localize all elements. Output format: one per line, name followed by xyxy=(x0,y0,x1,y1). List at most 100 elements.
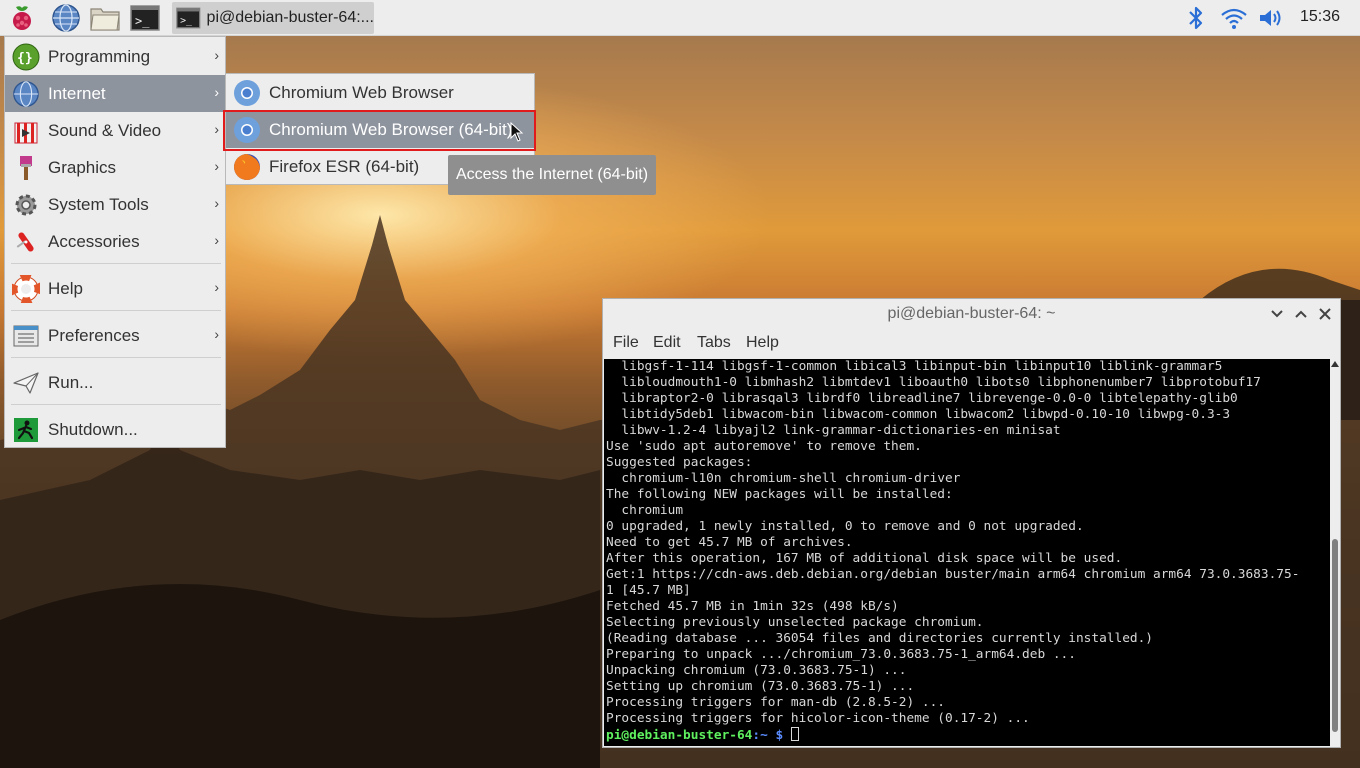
internet-globe-icon xyxy=(10,78,42,110)
terminal-line: (Reading database ... 36054 files and di… xyxy=(606,631,1154,646)
clock[interactable]: 15:36 xyxy=(1300,8,1340,26)
shutdown-icon xyxy=(10,414,42,446)
svg-text:>_: >_ xyxy=(180,16,192,27)
menu-divider xyxy=(11,357,221,358)
terminal-line: Processing triggers for man-db (2.8.5-2)… xyxy=(606,695,945,710)
selection-highlight-box xyxy=(223,110,536,151)
terminal-line: Unpacking chromium (73.0.3683.75-1) ... xyxy=(606,663,907,678)
menu-item-label: Sound & Video xyxy=(48,120,162,140)
terminal-window: pi@debian-buster-64: ~ File Edit Tabs He… xyxy=(602,298,1341,748)
prompt-path: :~ $ xyxy=(752,728,791,743)
terminal-line: Use 'sudo apt autoremove' to remove them… xyxy=(606,439,922,454)
terminal-task-button[interactable]: >_ pi@debian-buster-64:... xyxy=(172,2,374,34)
menu-help[interactable]: Help xyxy=(746,334,779,352)
help-lifebuoy-icon xyxy=(10,273,42,305)
menu-item-system-tools[interactable]: System Tools › xyxy=(5,186,225,223)
terminal-icon: >_ xyxy=(176,7,201,29)
firefox-icon xyxy=(231,151,263,183)
submenu-item-chromium[interactable]: Chromium Web Browser xyxy=(226,74,534,111)
wifi-icon[interactable] xyxy=(1218,2,1250,34)
terminal-icon[interactable]: >_ xyxy=(129,2,161,34)
window-titlebar[interactable]: pi@debian-buster-64: ~ xyxy=(603,299,1340,329)
system-tools-icon xyxy=(10,189,42,221)
terminal-line: libtidy5deb1 libwacom-bin libwacom-commo… xyxy=(606,407,1231,422)
menu-item-programming[interactable]: {} Programming › xyxy=(5,38,225,75)
terminal-line: Suggested packages: xyxy=(606,455,753,470)
file-manager-icon[interactable] xyxy=(89,2,121,34)
svg-text:{}: {} xyxy=(17,51,33,66)
chevron-right-icon: › xyxy=(214,84,219,100)
menu-item-preferences[interactable]: Preferences › xyxy=(5,317,225,354)
prompt-line: pi@debian-buster-64:~ $ xyxy=(606,727,1330,743)
menu-item-sound-video[interactable]: Sound & Video › xyxy=(5,112,225,149)
terminal-line: 1 [45.7 MB] xyxy=(606,583,691,598)
scrollbar-thumb[interactable] xyxy=(1332,539,1338,732)
text-cursor xyxy=(790,727,799,741)
terminal-line: Processing triggers for hicolor-icon-the… xyxy=(606,711,1030,726)
chevron-right-icon: › xyxy=(214,195,219,211)
menu-item-run[interactable]: Run... xyxy=(5,364,225,401)
terminal-line: Need to get 45.7 MB of archives. xyxy=(606,535,853,550)
raspberry-menu-icon[interactable] xyxy=(6,2,38,34)
tooltip: Access the Internet (64-bit) xyxy=(448,155,656,195)
submenu-item-label: Firefox ESR (64-bit) xyxy=(269,156,420,176)
preferences-icon xyxy=(10,320,42,352)
terminal-line: Get:1 https://cdn-aws.deb.debian.org/deb… xyxy=(606,567,1300,582)
programming-icon: {} xyxy=(10,41,42,73)
menu-item-label: Graphics xyxy=(48,157,117,177)
terminal-line: After this operation, 167 MB of addition… xyxy=(606,551,1123,566)
menu-divider xyxy=(11,310,221,311)
terminal-line: Selecting previously unselected package … xyxy=(606,615,984,630)
menu-item-label: Accessories xyxy=(48,231,140,251)
mouse-pointer-icon xyxy=(510,122,524,142)
task-button-label: pi@debian-buster-64:... xyxy=(206,9,374,26)
minimize-icon[interactable] xyxy=(1267,304,1287,324)
chevron-right-icon: › xyxy=(214,121,219,137)
web-browser-icon[interactable] xyxy=(50,2,82,34)
prompt-user: pi@debian-buster-64 xyxy=(606,728,753,743)
terminal-line: Fetched 45.7 MB in 1min 32s (498 kB/s) xyxy=(606,599,899,614)
terminal-line: 0 upgraded, 1 newly installed, 0 to remo… xyxy=(606,519,1084,534)
menu-item-label: System Tools xyxy=(48,194,149,214)
close-icon[interactable] xyxy=(1315,304,1335,324)
graphics-icon xyxy=(10,152,42,184)
terminal-line: libloudmouth1-0 libmhash2 libmtdev1 libo… xyxy=(606,375,1261,390)
bluetooth-icon[interactable] xyxy=(1180,2,1212,34)
chevron-right-icon: › xyxy=(214,326,219,342)
terminal-scrollbar[interactable] xyxy=(1330,359,1340,746)
menu-tabs[interactable]: Tabs xyxy=(697,334,731,352)
maximize-icon[interactable] xyxy=(1291,304,1311,324)
terminal-menubar: File Edit Tabs Help xyxy=(603,329,1340,357)
menu-file[interactable]: File xyxy=(613,334,639,352)
terminal-lines: libgsf-1-114 libgsf-1-common libical3 li… xyxy=(606,359,1330,727)
terminal-line: chromium-l10n chromium-shell chromium-dr… xyxy=(606,471,961,486)
accessories-icon xyxy=(10,226,42,258)
terminal-line: libgsf-1-114 libgsf-1-common libical3 li… xyxy=(606,359,1223,374)
menu-item-label: Preferences xyxy=(48,325,140,345)
menu-item-label: Help xyxy=(48,278,83,298)
window-title: pi@debian-buster-64: ~ xyxy=(887,305,1056,322)
menu-item-label: Shutdown... xyxy=(48,419,138,439)
menu-item-help[interactable]: Help › xyxy=(5,270,225,307)
menu-edit[interactable]: Edit xyxy=(653,334,681,352)
scroll-up-icon[interactable] xyxy=(1331,361,1339,367)
menu-item-shutdown[interactable]: Shutdown... xyxy=(5,411,225,448)
terminal-line: The following NEW packages will be insta… xyxy=(606,487,953,502)
chevron-right-icon: › xyxy=(214,279,219,295)
chevron-right-icon: › xyxy=(214,232,219,248)
menu-divider xyxy=(11,263,221,264)
terminal-output[interactable]: libgsf-1-114 libgsf-1-common libical3 li… xyxy=(604,359,1330,746)
menu-divider xyxy=(11,404,221,405)
main-menu: {} Programming › Internet › Sound & Vide… xyxy=(4,36,226,448)
menu-item-label: Internet xyxy=(48,83,106,103)
volume-icon[interactable] xyxy=(1255,2,1287,34)
menu-item-graphics[interactable]: Graphics › xyxy=(5,149,225,186)
chromium-icon xyxy=(231,77,263,109)
menu-item-internet[interactable]: Internet › xyxy=(5,75,225,112)
terminal-line: Setting up chromium (73.0.3683.75-1) ... xyxy=(606,679,915,694)
menu-item-label: Programming xyxy=(48,46,151,66)
menu-item-accessories[interactable]: Accessories › xyxy=(5,223,225,260)
terminal-line: chromium xyxy=(606,503,684,518)
svg-text:>_: >_ xyxy=(135,14,150,28)
taskbar: >_ >_ pi@debian-buster-64:... 15:36 xyxy=(0,0,1360,36)
